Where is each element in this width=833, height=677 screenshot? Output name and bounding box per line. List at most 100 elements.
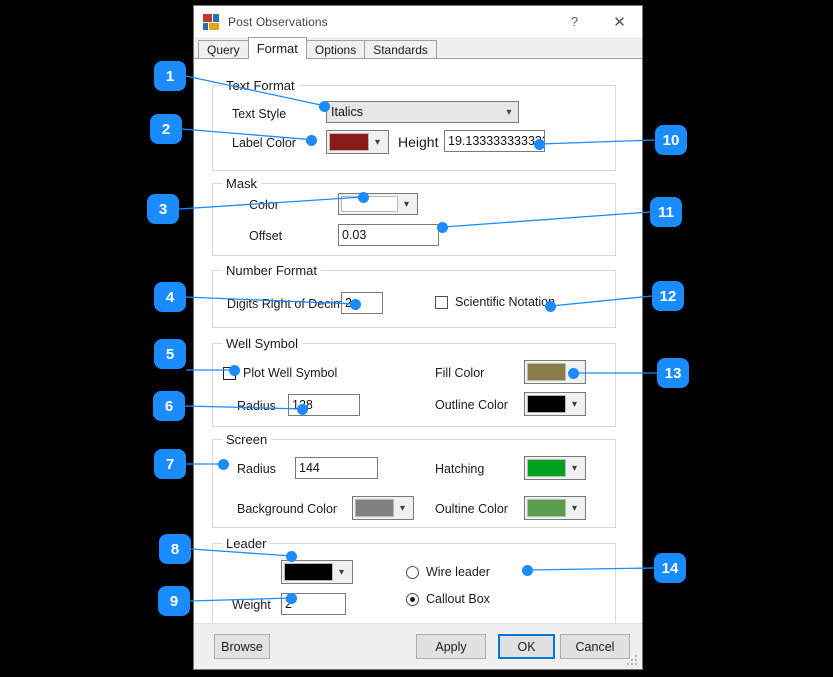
screen-outline-label: Oultine Color — [435, 502, 508, 516]
apply-button[interactable]: Apply — [416, 634, 486, 659]
annotation-dot-3 — [358, 192, 369, 203]
help-button[interactable]: ? — [552, 6, 597, 37]
mask-offset-input[interactable]: 0.03 — [338, 224, 439, 246]
well-symbol-legend: Well Symbol — [222, 336, 302, 351]
mask-color-label: Color — [249, 198, 279, 212]
well-outline-color-swatch — [527, 395, 566, 413]
fill-color-swatch — [527, 363, 566, 381]
leader-color-swatch — [284, 563, 333, 581]
annotation-marker-7: 7 — [154, 449, 186, 479]
leader-group: Leader ▾ Weight 2 Wire leader Callout Bo… — [212, 543, 616, 623]
post-observations-dialog: Post Observations ? ✕ Query Format Optio… — [193, 5, 643, 670]
title-bar: Post Observations ? ✕ — [194, 6, 642, 37]
chevron-down-icon: ▾ — [566, 463, 583, 474]
annotation-marker-5: 5 — [154, 339, 186, 369]
screen-radius-input[interactable]: 144 — [295, 457, 378, 479]
screen-root: Post Observations ? ✕ Query Format Optio… — [0, 0, 833, 677]
label-color-swatch — [329, 133, 369, 151]
annotation-dot-7 — [218, 459, 229, 470]
annotation-dot-9 — [286, 593, 297, 604]
background-color-label: Background Color — [237, 502, 337, 516]
wire-leader-radio[interactable]: Wire leader — [406, 565, 490, 579]
chevron-down-icon: ▾ — [333, 567, 350, 578]
leader-color-combo[interactable]: ▾ — [281, 560, 353, 584]
height-label: Height — [398, 134, 438, 150]
annotation-dot-8 — [286, 551, 297, 562]
mask-legend: Mask — [222, 176, 261, 191]
number-format-group: Number Format Digits Right of Decimal 2 … — [212, 270, 616, 328]
close-button[interactable]: ✕ — [597, 6, 642, 37]
annotation-marker-6: 6 — [153, 391, 185, 421]
text-format-legend: Text Format — [222, 78, 299, 93]
background-color-combo[interactable]: ▾ — [352, 496, 414, 520]
mask-group: Mask Color ▾ Offset 0.03 — [212, 183, 616, 256]
well-radius-label: Radius — [237, 399, 276, 413]
radio-circle — [406, 593, 419, 606]
well-symbol-group: Well Symbol Plot Well Symbol Radius 128 … — [212, 343, 616, 427]
annotation-marker-14: 14 — [654, 553, 686, 583]
leader-weight-label: Weight — [232, 598, 271, 612]
chevron-down-icon: ▾ — [398, 199, 415, 210]
tab-strip: Query Format Options Standards — [194, 37, 642, 59]
annotation-dot-5 — [229, 365, 240, 376]
radio-circle — [406, 566, 419, 579]
well-outline-color-combo[interactable]: ▾ — [524, 392, 586, 416]
annotation-dot-4 — [350, 299, 361, 310]
annotation-dot-14 — [522, 565, 533, 576]
text-format-group: Text Format Text Style Italics ▾ Label C… — [212, 85, 616, 171]
scientific-notation-label: Scientific Notation — [455, 295, 555, 309]
window-controls: ? ✕ — [552, 6, 642, 37]
format-panel: Text Format Text Style Italics ▾ Label C… — [194, 59, 642, 623]
annotation-marker-1: 1 — [154, 61, 186, 91]
annotation-dot-10 — [534, 139, 545, 150]
annotation-marker-13: 13 — [657, 358, 689, 388]
annotation-dot-2 — [306, 135, 317, 146]
hatching-swatch — [527, 459, 566, 477]
annotation-dot-1 — [319, 101, 330, 112]
cancel-button[interactable]: Cancel — [560, 634, 630, 659]
mask-color-swatch — [341, 196, 398, 212]
text-style-value: Italics — [327, 105, 500, 119]
callout-box-radio[interactable]: Callout Box — [406, 592, 490, 606]
scientific-notation-checkbox[interactable]: Scientific Notation — [435, 295, 555, 309]
resize-grip[interactable] — [627, 655, 639, 667]
annotation-marker-4: 4 — [154, 282, 186, 312]
hatching-combo[interactable]: ▾ — [524, 456, 586, 480]
screen-group: Screen Radius 144 Hatching ▾ Background … — [212, 439, 616, 528]
app-grid-icon — [203, 14, 219, 30]
ok-button[interactable]: OK — [498, 634, 555, 659]
annotation-marker-10: 10 — [655, 125, 687, 155]
label-color-combo[interactable]: ▾ — [326, 130, 389, 154]
annotation-marker-11: 11 — [650, 197, 682, 227]
plot-well-symbol-checkbox[interactable]: Plot Well Symbol — [223, 366, 337, 380]
height-input[interactable]: 19.133333333333 — [444, 130, 545, 152]
label-color-label: Label Color — [232, 136, 296, 150]
leader-legend: Leader — [222, 536, 270, 551]
tab-options[interactable]: Options — [306, 40, 365, 58]
chevron-down-icon: ▾ — [369, 137, 386, 148]
hatching-label: Hatching — [435, 462, 484, 476]
digits-input[interactable]: 2 — [341, 292, 383, 314]
mask-offset-label: Offset — [249, 229, 282, 243]
annotation-dot-11 — [437, 222, 448, 233]
dialog-footer: Browse Apply OK Cancel — [194, 623, 642, 669]
tab-format[interactable]: Format — [248, 37, 307, 59]
annotation-marker-8: 8 — [159, 534, 191, 564]
annotation-dot-6 — [297, 404, 308, 415]
chevron-down-icon: ▾ — [394, 503, 411, 514]
screen-radius-label: Radius — [237, 462, 276, 476]
screen-outline-combo[interactable]: ▾ — [524, 496, 586, 520]
plot-well-symbol-label: Plot Well Symbol — [243, 366, 337, 380]
chevron-down-icon: ▾ — [500, 107, 518, 118]
well-outline-color-label: Outline Color — [435, 398, 508, 412]
annotation-dot-13 — [568, 368, 579, 379]
browse-button[interactable]: Browse — [214, 634, 270, 659]
digits-label: Digits Right of Decimal — [227, 297, 353, 311]
mask-color-combo[interactable]: ▾ — [338, 193, 418, 215]
annotation-marker-9: 9 — [158, 586, 190, 616]
chevron-down-icon: ▾ — [566, 503, 583, 514]
annotation-marker-2: 2 — [150, 114, 182, 144]
tab-query[interactable]: Query — [198, 40, 249, 58]
text-style-combo[interactable]: Italics ▾ — [326, 101, 519, 123]
tab-standards[interactable]: Standards — [364, 40, 437, 58]
